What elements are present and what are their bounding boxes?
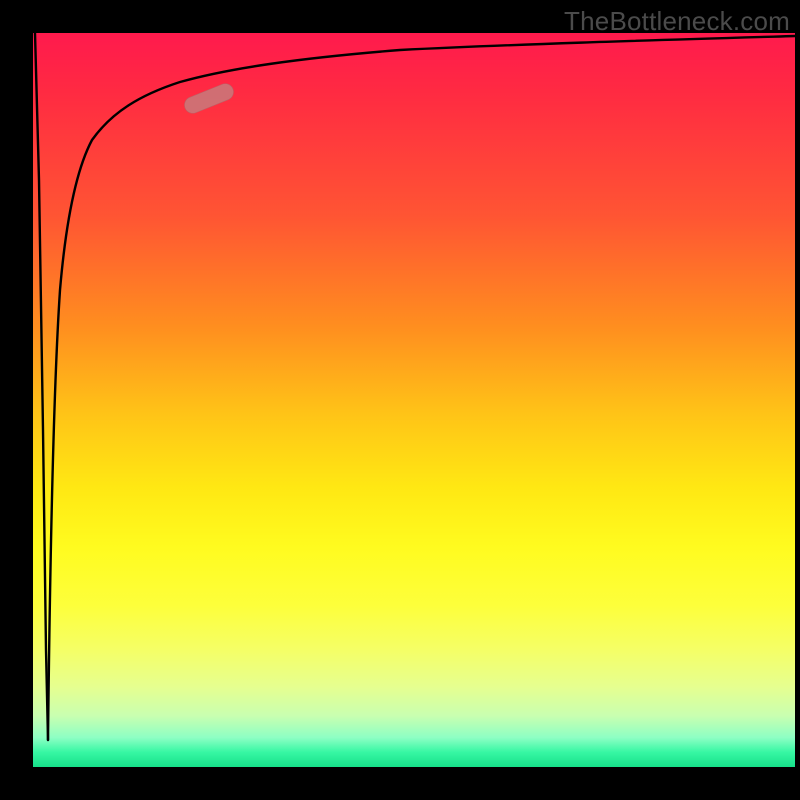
watermark-text: TheBottleneck.com [564, 6, 790, 37]
plot-gradient-area [33, 33, 795, 767]
chart-container: TheBottleneck.com [0, 0, 800, 800]
